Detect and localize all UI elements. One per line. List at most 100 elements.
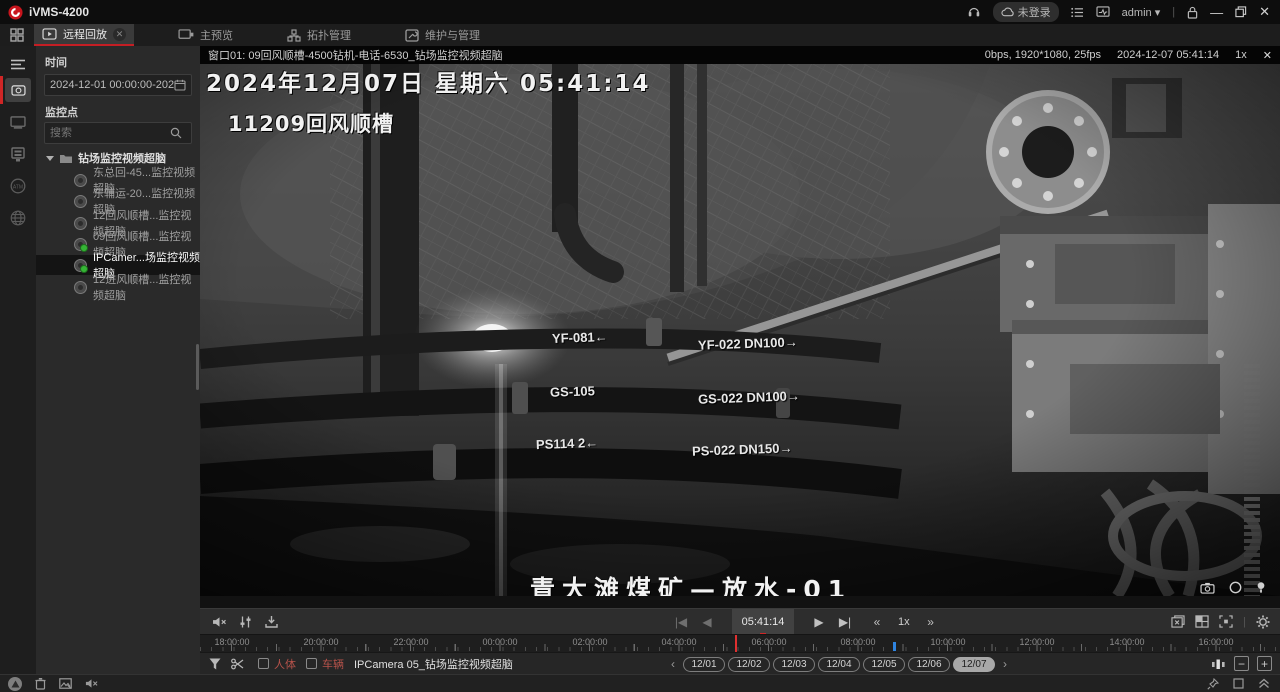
headset-icon[interactable] bbox=[967, 5, 981, 19]
tab-remote-playback[interactable]: 远程回放 ✕ bbox=[34, 24, 134, 46]
sidebar-monitor-button[interactable] bbox=[0, 110, 36, 134]
sidebar-device-button[interactable] bbox=[0, 142, 36, 166]
folder-icon bbox=[59, 153, 73, 164]
app-title: iVMS-4200 bbox=[29, 5, 89, 19]
audio-icon[interactable] bbox=[1256, 581, 1266, 594]
divider: | bbox=[1243, 616, 1246, 628]
dates-prev-arrow[interactable]: ‹ bbox=[666, 657, 680, 671]
record-icon[interactable] bbox=[1229, 581, 1242, 594]
svg-text:ATM: ATM bbox=[13, 185, 23, 191]
alarm-picture-icon[interactable] bbox=[59, 678, 72, 689]
download-button[interactable] bbox=[258, 609, 284, 635]
minimize-button[interactable]: — bbox=[1210, 5, 1223, 20]
next-frame-button[interactable]: ▶| bbox=[832, 609, 858, 635]
video-close-button[interactable]: ✕ bbox=[1263, 49, 1272, 62]
mine-tunnel-scene bbox=[200, 64, 1280, 596]
camera-icon bbox=[74, 174, 87, 187]
time-section-label: 时间 bbox=[45, 54, 67, 70]
timeline-playhead[interactable] bbox=[735, 635, 737, 653]
date-pill[interactable]: 12/06 bbox=[908, 657, 950, 672]
speed-up-button[interactable]: » bbox=[918, 609, 944, 635]
monitor-status-icon[interactable] bbox=[1096, 6, 1110, 18]
login-status-label: 未登录 bbox=[1018, 4, 1051, 20]
tab-label: 维护与管理 bbox=[425, 27, 480, 43]
login-status-pill[interactable]: 未登录 bbox=[993, 2, 1059, 22]
lock-icon[interactable] bbox=[1187, 6, 1198, 19]
mute-button[interactable] bbox=[206, 609, 232, 635]
user-menu[interactable]: admin ▾ bbox=[1122, 6, 1161, 19]
alarm-sound-muted-icon[interactable] bbox=[85, 678, 98, 689]
left-sidebar: ATM bbox=[0, 46, 36, 674]
tab-maintenance[interactable]: 维护与管理 bbox=[395, 24, 490, 46]
cloud-icon bbox=[1001, 7, 1014, 17]
previous-frame-button[interactable]: |◀ bbox=[668, 609, 694, 635]
tab-main-view[interactable]: 主预览 bbox=[168, 24, 243, 46]
close-button[interactable]: ✕ bbox=[1259, 4, 1270, 20]
playback-control-bar: |◀ ◀ 05:41:14 ▶ ▶| « 1x » | bbox=[200, 608, 1280, 634]
clear-alarms-trash-icon[interactable] bbox=[35, 677, 46, 690]
date-pill[interactable]: 12/05 bbox=[863, 657, 905, 672]
panel-scrollbar[interactable] bbox=[196, 344, 199, 390]
dates-next-arrow[interactable]: › bbox=[998, 657, 1012, 671]
camera-item[interactable]: 12进风顺槽...监控视频超脑 bbox=[36, 277, 200, 297]
timeline-zoom-out-button[interactable]: − bbox=[1234, 656, 1249, 671]
playback-main-area: 窗口01: 09回风顺槽-4500钻机-电话-6530_钻场监控视频超脑 0bp… bbox=[200, 46, 1280, 674]
calendar-icon[interactable] bbox=[174, 79, 186, 91]
sidebar-globe-button[interactable] bbox=[0, 206, 36, 230]
time-range-input[interactable]: 2024-12-01 00:00:00-2024-1... bbox=[44, 74, 192, 96]
monitor-section-label: 监控点 bbox=[45, 104, 78, 120]
alarm-status-icon[interactable] bbox=[8, 677, 22, 691]
timeline-zoom-in-button[interactable]: + bbox=[1257, 656, 1272, 671]
date-pill[interactable]: 12/01 bbox=[683, 657, 725, 672]
clip-scissors-button[interactable] bbox=[226, 651, 248, 677]
title-bar: iVMS-4200 未登录 admin ▾ | — bbox=[0, 0, 1280, 24]
close-all-windows-button[interactable] bbox=[1171, 615, 1185, 628]
search-box[interactable] bbox=[44, 122, 192, 144]
timeline-event-marker bbox=[893, 642, 896, 651]
osd-bottom-caption: 青大滩煤矿—放水-01 bbox=[530, 570, 852, 596]
filter-button[interactable] bbox=[204, 651, 226, 677]
date-pill[interactable]: 12/04 bbox=[818, 657, 860, 672]
active-camera-name: IPCamera 05_钻场监控视频超脑 bbox=[354, 656, 513, 672]
osd-datetime: 2024年12月07日 星期六 05:41:14 bbox=[206, 64, 650, 98]
date-pill-selected[interactable]: 12/07 bbox=[953, 657, 995, 672]
search-input[interactable] bbox=[50, 127, 170, 139]
date-pill[interactable]: 12/03 bbox=[773, 657, 815, 672]
tab-close-icon[interactable]: ✕ bbox=[113, 28, 126, 41]
timeline-major-ticks bbox=[231, 644, 1280, 651]
date-pill[interactable]: 12/02 bbox=[728, 657, 770, 672]
restore-button[interactable] bbox=[1235, 6, 1247, 18]
camera-icon-online bbox=[74, 238, 87, 251]
filter-date-bar: 人体 车辆 IPCamera 05_钻场监控视频超脑 ‹ 12/01 12/02… bbox=[200, 652, 1280, 674]
modules-grid-button[interactable] bbox=[0, 24, 34, 46]
stream-info: 0bps, 1920*1080, 25fps bbox=[985, 49, 1101, 61]
status-bar bbox=[0, 674, 1280, 692]
expand-window-icon[interactable] bbox=[1233, 678, 1244, 689]
reverse-play-button[interactable]: ◀ bbox=[694, 609, 720, 635]
tree-collapse-caret[interactable] bbox=[46, 156, 54, 161]
tab-topology[interactable]: 拓扑管理 bbox=[277, 24, 361, 46]
vehicle-checkbox[interactable] bbox=[306, 658, 317, 669]
task-list-icon[interactable] bbox=[1071, 7, 1084, 18]
timeline-scale-icon[interactable] bbox=[1211, 658, 1226, 670]
settings-gear-icon[interactable] bbox=[1256, 615, 1270, 629]
timeline[interactable]: 18:00:00 20:00:00 22:00:00 00:00:00 02:0… bbox=[200, 634, 1280, 652]
osd-camera-name: 11209回风顺槽 bbox=[228, 108, 394, 138]
sidebar-playback-button[interactable] bbox=[0, 78, 36, 102]
snapshot-icon[interactable] bbox=[1200, 582, 1215, 594]
collapse-menu-button[interactable] bbox=[0, 52, 36, 76]
human-checkbox[interactable] bbox=[258, 658, 269, 669]
tab-label: 拓扑管理 bbox=[307, 27, 351, 43]
pin-panel-icon[interactable] bbox=[1207, 678, 1219, 690]
speed-down-button[interactable]: « bbox=[864, 609, 890, 635]
search-icon[interactable] bbox=[170, 127, 182, 139]
video-frame[interactable]: 2024年12月07日 星期六 05:41:14 11209回风顺槽 青大滩煤矿… bbox=[200, 64, 1280, 596]
topology-icon bbox=[287, 29, 301, 42]
collapse-panel-chevrons-icon[interactable] bbox=[1258, 678, 1270, 689]
stream-settings-button[interactable] bbox=[232, 609, 258, 635]
sidebar-atm-button[interactable]: ATM bbox=[0, 174, 36, 198]
fullscreen-button[interactable] bbox=[1219, 615, 1233, 628]
play-button[interactable]: ▶ bbox=[806, 609, 832, 635]
window-layout-button[interactable] bbox=[1195, 615, 1209, 628]
user-name: admin bbox=[1122, 7, 1152, 19]
